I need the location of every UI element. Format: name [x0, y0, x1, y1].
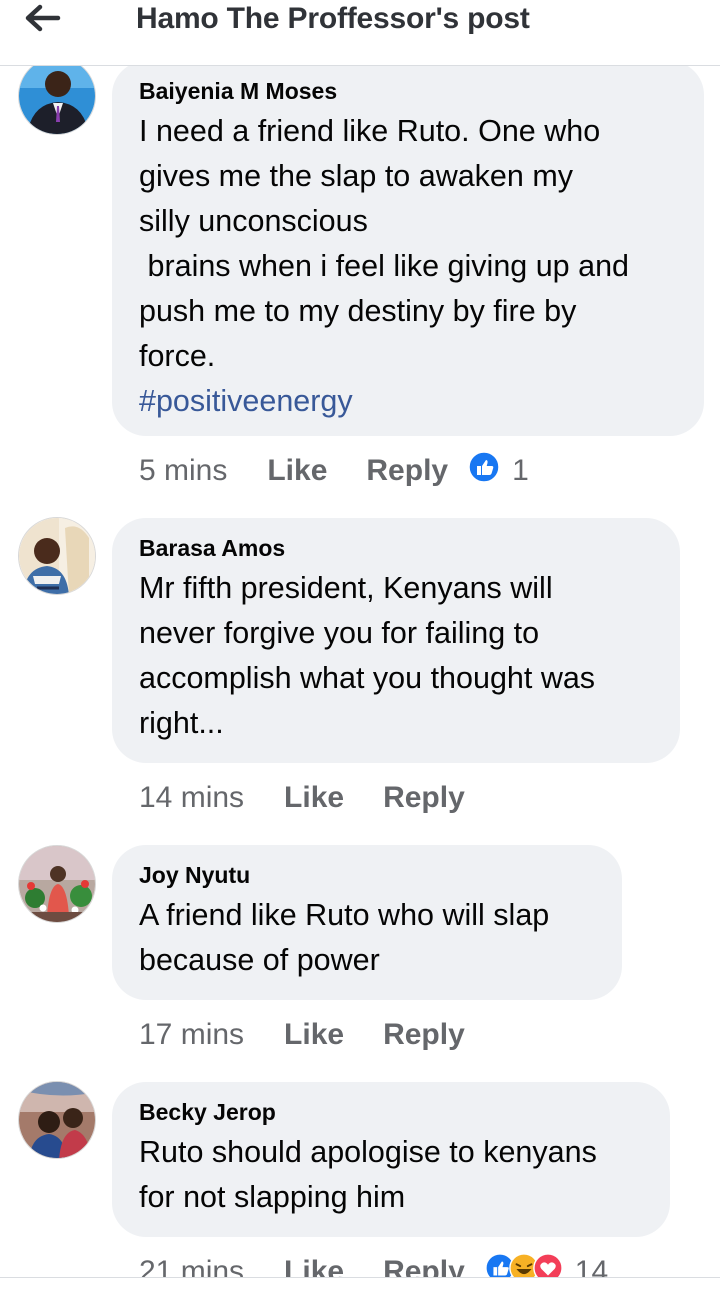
- back-button[interactable]: [22, 0, 82, 40]
- reaction-count[interactable]: 1: [512, 454, 529, 488]
- comment-actions: 17 mins Like Reply: [139, 1015, 465, 1055]
- like-button[interactable]: Like: [284, 1018, 344, 1052]
- reply-button[interactable]: Reply: [383, 1018, 465, 1052]
- like-button[interactable]: Like: [267, 454, 327, 488]
- avatar[interactable]: [18, 517, 96, 595]
- reactions-summary[interactable]: [468, 451, 500, 491]
- back-arrow-icon: [22, 3, 62, 38]
- avatar[interactable]: [18, 845, 96, 923]
- avatar[interactable]: [18, 57, 96, 135]
- avatar[interactable]: [18, 1081, 96, 1159]
- comment-author[interactable]: Joy Nyutu: [139, 859, 596, 891]
- comment-bubble[interactable]: Becky Jerop Ruto should apologise to ken…: [112, 1082, 670, 1237]
- comment-bubble[interactable]: Barasa Amos Mr fifth president, Kenyans …: [112, 518, 680, 763]
- comment-author[interactable]: Baiyenia M Moses: [139, 75, 678, 107]
- comment-text: A friend like Ruto who will slap because…: [139, 898, 550, 977]
- comment-bubble[interactable]: Baiyenia M Moses I need a friend like Ru…: [112, 61, 704, 436]
- comment-text: Ruto should apologise to kenyans for not…: [139, 1135, 597, 1214]
- bottom-divider: [0, 1277, 720, 1295]
- reply-button[interactable]: Reply: [366, 454, 448, 488]
- comment-actions: 14 mins Like Reply: [139, 778, 465, 818]
- comment-text: I need a friend like Ruto. One who gives…: [139, 114, 630, 373]
- comment-author[interactable]: Becky Jerop: [139, 1096, 644, 1128]
- page-title: Hamo The Proffessor's post: [136, 2, 530, 35]
- like-button[interactable]: Like: [284, 781, 344, 815]
- like-reaction-icon: [468, 451, 500, 491]
- comment-author[interactable]: Barasa Amos: [139, 532, 654, 564]
- comment-time[interactable]: 17 mins: [139, 1018, 244, 1052]
- post-header: Hamo The Proffessor's post: [0, 0, 720, 66]
- comment-bubble[interactable]: Joy Nyutu A friend like Ruto who will sl…: [112, 845, 622, 1000]
- reply-button[interactable]: Reply: [383, 781, 465, 815]
- comment-actions: 5 mins Like Reply 1: [139, 451, 529, 491]
- hashtag-link[interactable]: #positiveenergy: [139, 379, 678, 424]
- comment-time[interactable]: 14 mins: [139, 781, 244, 815]
- comment-text: Mr fifth president, Kenyans will never f…: [139, 571, 596, 740]
- comment-time[interactable]: 5 mins: [139, 454, 227, 488]
